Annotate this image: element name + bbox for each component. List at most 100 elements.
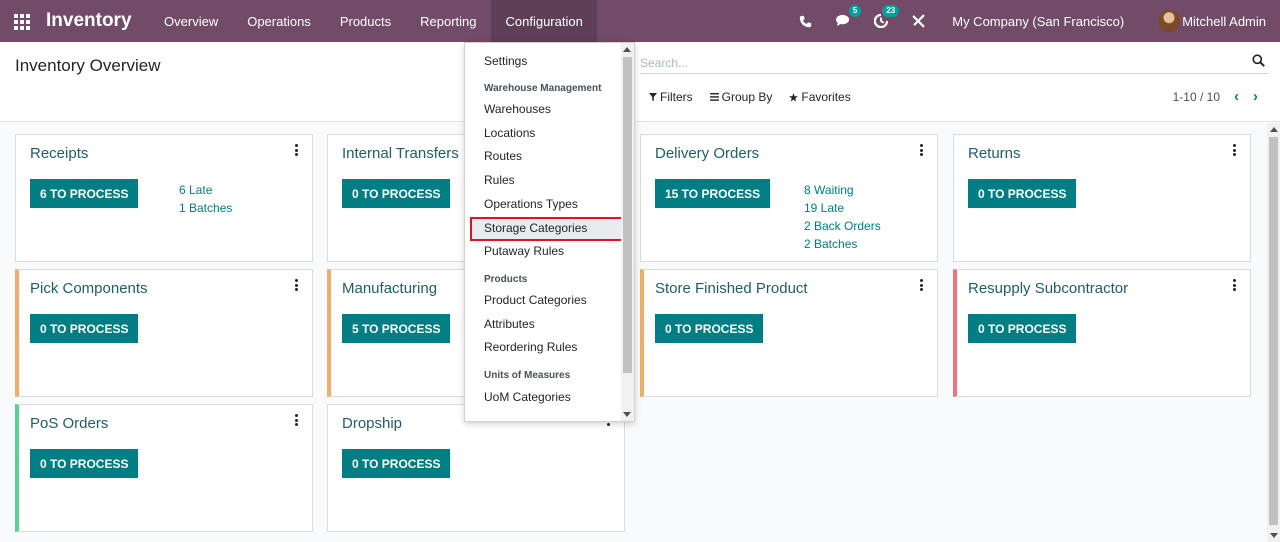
card-dropship: Dropship 0 TO PROCESS (327, 404, 625, 532)
menu-item-attributes[interactable]: Attributes (484, 317, 535, 331)
search-icon[interactable] (1252, 54, 1266, 68)
menu-item-product-categories[interactable]: Product Categories (484, 293, 587, 307)
dropdown-scroll-up-icon[interactable] (623, 47, 631, 52)
scroll-down-icon[interactable] (1270, 533, 1278, 538)
card-options-icon[interactable] (294, 279, 298, 291)
menu-item-operations-types[interactable]: Operations Types (484, 197, 578, 211)
page-title: Inventory Overview (15, 56, 161, 75)
search-options: Filters Group By Favorites (649, 90, 851, 104)
section-header-products: Products (484, 274, 528, 285)
pager-next-icon[interactable]: › (1253, 89, 1258, 104)
pager: 1-10 / 10 ‹ › (1173, 89, 1258, 104)
messages-icon[interactable]: 5 (835, 5, 862, 29)
to-process-button[interactable]: 0 TO PROCESS (968, 179, 1077, 208)
stat-late[interactable]: 19 Late (804, 199, 881, 217)
group-by-button[interactable]: Group By (709, 90, 773, 104)
card-store-finished-product: Store Finished Product 0 TO PROCESS (640, 269, 938, 397)
to-process-button[interactable]: 15 TO PROCESS (655, 179, 771, 208)
card-stats: 8 Waiting 19 Late 2 Back Orders 2 Batche… (804, 181, 881, 253)
filter-icon (649, 93, 657, 101)
stat-late[interactable]: 6 Late (179, 181, 232, 199)
card-delivery-orders: Delivery Orders 15 TO PROCESS 8 Waiting … (640, 134, 938, 262)
menu-item-putaway-rules[interactable]: Putaway Rules (484, 244, 564, 258)
company-switcher[interactable]: My Company (San Francisco) (952, 14, 1124, 29)
card-options-icon[interactable] (294, 414, 298, 426)
to-process-button[interactable]: 5 TO PROCESS (342, 314, 451, 343)
card-title[interactable]: Internal Transfers (342, 145, 459, 162)
to-process-button[interactable]: 0 TO PROCESS (655, 314, 764, 343)
pager-previous-icon[interactable]: ‹ (1234, 89, 1239, 104)
systray: 5 23 My Company (San Francisco) Mitchell… (786, 0, 1280, 42)
to-process-button[interactable]: 6 TO PROCESS (30, 179, 139, 208)
menu-item-uom-categories[interactable]: UoM Categories (484, 390, 571, 404)
card-stats: 6 Late 1 Batches (179, 181, 232, 217)
menu-item-settings[interactable]: Settings (484, 54, 527, 68)
card-title[interactable]: Pick Components (30, 280, 148, 297)
search-bar (640, 52, 1268, 74)
card-title[interactable]: Store Finished Product (655, 280, 808, 297)
phone-icon[interactable] (797, 13, 813, 29)
menu-item-reordering-rules[interactable]: Reordering Rules (484, 340, 577, 354)
card-receipts: Receipts 6 TO PROCESS 6 Late 1 Batches (15, 134, 313, 262)
to-process-button[interactable]: 0 TO PROCESS (342, 179, 451, 208)
menu-configuration[interactable]: Configuration (491, 0, 598, 42)
to-process-button[interactable]: 0 TO PROCESS (342, 449, 451, 478)
card-title[interactable]: Resupply Subcontractor (968, 280, 1128, 297)
top-navbar: Inventory Overview Operations Products R… (0, 0, 1280, 42)
menu-item-rules[interactable]: Rules (484, 173, 515, 187)
menu-products[interactable]: Products (325, 0, 405, 42)
card-options-icon[interactable] (919, 144, 923, 156)
page-scrollbar[interactable] (1267, 123, 1280, 542)
user-name: Mitchell Admin (1182, 13, 1266, 29)
apps-menu-icon[interactable] (14, 14, 32, 30)
filters-button[interactable]: Filters (649, 90, 693, 104)
user-menu[interactable]: Mitchell Admin (1158, 10, 1266, 32)
stat-batches[interactable]: 1 Batches (179, 199, 232, 217)
debug-tools-icon[interactable] (911, 13, 927, 29)
stat-batches[interactable]: 2 Batches (804, 235, 881, 253)
menu-item-storage-categories[interactable]: Storage Categories (484, 221, 587, 235)
card-title[interactable]: Delivery Orders (655, 145, 759, 162)
stat-waiting[interactable]: 8 Waiting (804, 181, 881, 199)
card-pick-components: Pick Components 0 TO PROCESS (15, 269, 313, 397)
card-title[interactable]: Returns (968, 145, 1021, 162)
menu-reporting[interactable]: Reporting (406, 0, 491, 42)
stat-back-orders[interactable]: 2 Back Orders (804, 217, 881, 235)
bars-icon (709, 93, 719, 101)
menu-item-routes[interactable]: Routes (484, 149, 522, 163)
card-resupply-subcontractor: Resupply Subcontractor 0 TO PROCESS (953, 269, 1251, 397)
card-options-icon[interactable] (294, 144, 298, 156)
scroll-thumb[interactable] (1269, 137, 1278, 525)
card-title[interactable]: PoS Orders (30, 415, 108, 432)
to-process-button[interactable]: 0 TO PROCESS (30, 449, 139, 478)
pager-value[interactable]: 1-10 / 10 (1173, 90, 1220, 104)
dropdown-scroll-thumb[interactable] (623, 57, 632, 373)
user-avatar (1158, 10, 1181, 32)
to-process-button[interactable]: 0 TO PROCESS (30, 314, 139, 343)
card-title[interactable]: Dropship (342, 415, 402, 432)
activities-badge: 23 (882, 5, 900, 17)
dropdown-scrollbar[interactable] (621, 43, 634, 421)
to-process-button[interactable]: 0 TO PROCESS (968, 314, 1077, 343)
activities-icon[interactable]: 23 (873, 5, 900, 29)
section-header-uom: Units of Measures (484, 370, 571, 381)
menu-item-locations[interactable]: Locations (484, 126, 535, 140)
app-brand[interactable]: Inventory (46, 10, 132, 32)
card-options-icon[interactable] (919, 279, 923, 291)
search-input[interactable] (640, 55, 1230, 70)
messages-badge: 5 (848, 5, 862, 17)
card-title[interactable]: Manufacturing (342, 280, 437, 297)
section-header-warehouse: Warehouse Management (484, 83, 602, 94)
card-options-icon[interactable] (1232, 279, 1236, 291)
menu-operations[interactable]: Operations (233, 0, 326, 42)
menu-overview[interactable]: Overview (150, 0, 233, 42)
menu-item-warehouses[interactable]: Warehouses (484, 102, 551, 116)
group-by-label: Group By (721, 90, 773, 104)
filters-label: Filters (660, 90, 693, 104)
scroll-up-icon[interactable] (1270, 127, 1278, 132)
favorites-button[interactable]: Favorites (789, 90, 851, 104)
dropdown-scroll-down-icon[interactable] (623, 412, 631, 417)
card-options-icon[interactable] (1232, 144, 1236, 156)
card-title[interactable]: Receipts (30, 145, 88, 162)
control-panel: Inventory Overview Filters Group By Favo… (0, 42, 1280, 122)
